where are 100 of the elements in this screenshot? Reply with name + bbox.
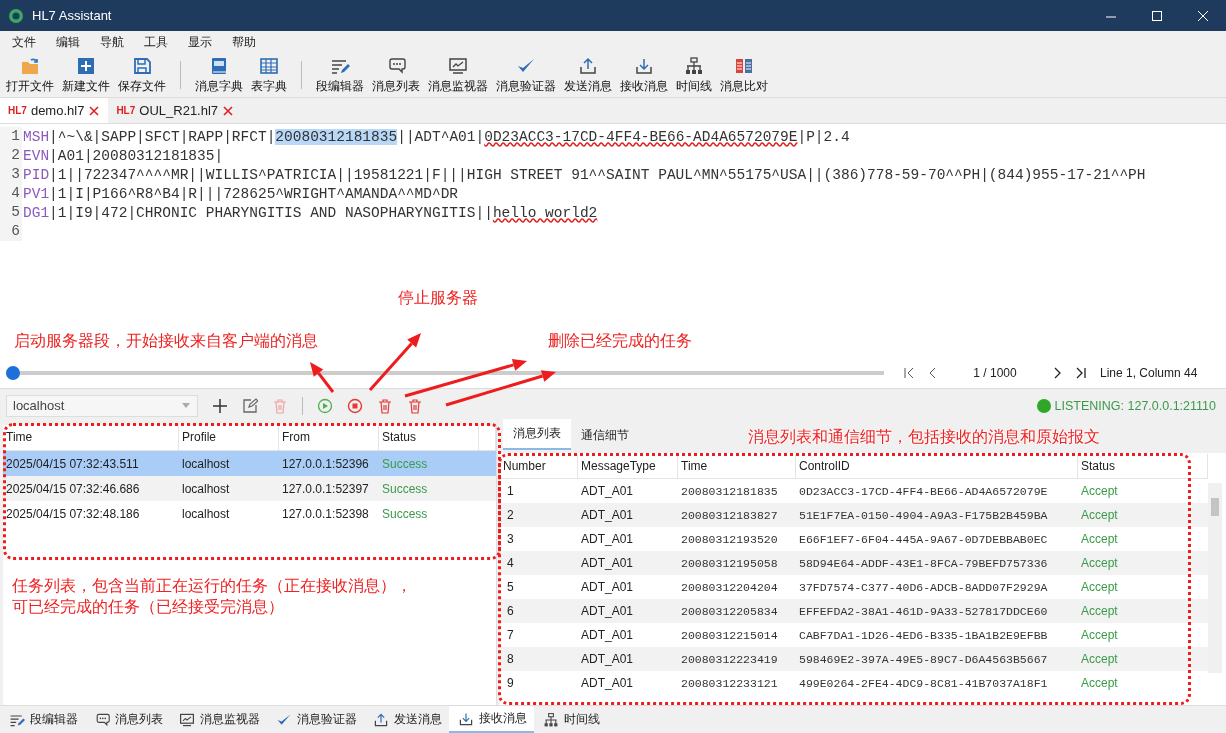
download-icon [458,710,474,727]
close-tab-icon[interactable] [222,104,235,117]
annotation-arrow [310,362,335,393]
column-header[interactable]: Time [678,453,796,478]
code-editor[interactable] [0,123,1226,388]
file-tab[interactable]: HL7 demo.hl7 [0,98,109,123]
column-header[interactable]: Time [3,425,179,450]
menu-item[interactable]: 显示 [180,33,220,51]
toolbar-button[interactable]: 消息字典 [191,53,247,97]
table-row[interactable]: 2025/04/15 07:32:43.511 localhost 127.0.0.1:52396 Success [3,451,496,476]
page-counter: 1 / 1000 [972,366,1018,380]
column-header[interactable]: Profile [179,425,279,450]
bottom-tab[interactable]: 发送消息 [364,706,449,733]
toolbar-button[interactable]: 表字典 [247,53,291,97]
toolbar-button[interactable]: 保存文件 [114,53,170,97]
table-row[interactable]: 2025/04/15 07:32:46.686 localhost 127.0.0.1:52397 Success [3,476,496,501]
table-cell-text: 8 [506,652,515,666]
toolbar-button[interactable]: 时间线 [672,53,716,97]
panel-tab[interactable]: 消息列表 [503,419,571,450]
toolbar-button[interactable]: 打开文件 [2,53,58,97]
toolbar-button[interactable]: 发送消息 [560,53,616,97]
file-type-label: HL7 [8,105,27,116]
toolbar-button[interactable]: 消息监视器 [424,53,492,97]
stop-icon[interactable] [347,397,363,414]
slider-thumb[interactable] [6,366,20,380]
column-header[interactable]: Status [379,425,479,450]
book-icon [209,55,229,76]
first-page-icon[interactable] [902,366,916,380]
window-title: HL7 Assistant [32,8,112,23]
panel-tab[interactable]: 通信细节 [571,421,639,450]
table-row[interactable]: 2025/04/15 07:32:48.186 localhost 127.0.0.1:52398 Success [3,501,496,526]
folder-icon [20,55,40,76]
toolbar-button[interactable]: 段编辑器 [312,53,368,97]
upload-icon [373,711,389,728]
close-icon[interactable] [1196,8,1210,23]
profile-dropdown[interactable]: localhost [6,394,198,417]
maximize-icon[interactable] [1150,8,1164,23]
table-cell-text: 598469E2-397A-49E5-89C7-D6A4563B5667 [798,652,1049,666]
column-header[interactable]: Number [500,453,578,478]
bottom-tab[interactable]: 消息监视器 [170,706,267,733]
menu-item[interactable]: 编辑 [48,33,88,51]
table-cell-text: Success [381,481,429,496]
app-logo-icon [8,7,24,24]
table-cell-text: Accept [1080,556,1119,570]
bottom-tab[interactable]: 消息验证器 [267,706,364,733]
toolbar-button[interactable]: 新建文件 [58,53,114,97]
table-cell-text: ADT_A01 [580,604,635,618]
table-cell-text: 2025/04/15 07:32:43.511 [5,456,140,471]
bottom-tab[interactable]: 段编辑器 [0,706,85,733]
vertical-scrollbar[interactable] [1208,483,1222,673]
column-header[interactable]: From [279,425,379,450]
table-cell-text: 4 [506,556,515,570]
add-icon[interactable] [212,397,228,414]
table-cell-text: Accept [1080,604,1119,618]
table-cell-text: Accept [1080,580,1119,594]
toolbar-button[interactable]: 接收消息 [616,53,672,97]
table-cell-text: 20080312204204 [680,580,779,594]
menu-item[interactable]: 文件 [4,33,44,51]
annotation-text: 启动服务器段，开始接收来自客户端的消息 [14,331,318,351]
table-cell-text: 20080312183827 [680,508,779,522]
play-icon[interactable] [317,397,333,414]
last-page-icon[interactable] [1074,366,1088,380]
chat-bubble-icon [94,711,110,728]
line-number: 6 [0,222,22,241]
annotation-text: 停止服务器 [398,288,478,308]
monitor-chart-icon [179,711,195,728]
table-cell-text: 127.0.0.1:52397 [281,481,370,496]
bottom-tab[interactable]: 接收消息 [449,706,534,733]
table-cell-text: 499E0264-2FE4-4DC9-8C81-41B7037A18F1 [798,676,1049,690]
file-name: demo.hl7 [30,103,85,118]
column-header[interactable]: ControlID [796,453,1078,478]
line-number: 1 [0,127,22,146]
toolbar-button[interactable]: 消息列表 [368,53,424,97]
monitor-chart-icon [448,55,468,76]
trash-icon[interactable] [377,397,393,414]
menu-item[interactable]: 导航 [92,33,132,51]
column-header[interactable]: Status [1078,453,1208,478]
table-cell-text: 1 [506,484,515,498]
menu-item[interactable]: 帮助 [224,33,264,51]
file-tab[interactable]: HL7 OUL_R21.hl7 [108,98,243,123]
table-cell-text: 20080312193520 [680,532,779,546]
network-icon [684,55,704,76]
table-cell-text: 2025/04/15 07:32:48.186 [5,506,141,521]
table-cell-text: 5 [506,580,515,594]
toolbar-button[interactable]: 消息验证器 [492,53,560,97]
annotation-text: 可已经完成的任务（已经接受完消息） [12,597,284,617]
file-name: OUL_R21.hl7 [139,103,219,118]
menu-item[interactable]: 工具 [136,33,176,51]
table-cell-text: 20080312205834 [680,604,779,618]
bottom-tab[interactable]: 消息列表 [85,706,170,733]
close-tab-icon[interactable] [88,104,101,117]
edit-icon[interactable] [242,397,258,414]
table-cell-text: 7 [506,628,515,642]
table-cell-text: EFFEFDA2-38A1-461D-9A33-527817DDCE60 [798,604,1049,618]
toolbar-button[interactable]: 消息比对 [716,53,772,97]
listening-status: LISTENING: 127.0.0.1:21110 [1054,398,1216,413]
bottom-tab[interactable]: 时间线 [534,706,607,733]
trash-icon[interactable] [407,397,423,414]
annotation-text: 删除已经完成的任务 [548,331,692,351]
column-header[interactable]: MessageType [578,453,678,478]
